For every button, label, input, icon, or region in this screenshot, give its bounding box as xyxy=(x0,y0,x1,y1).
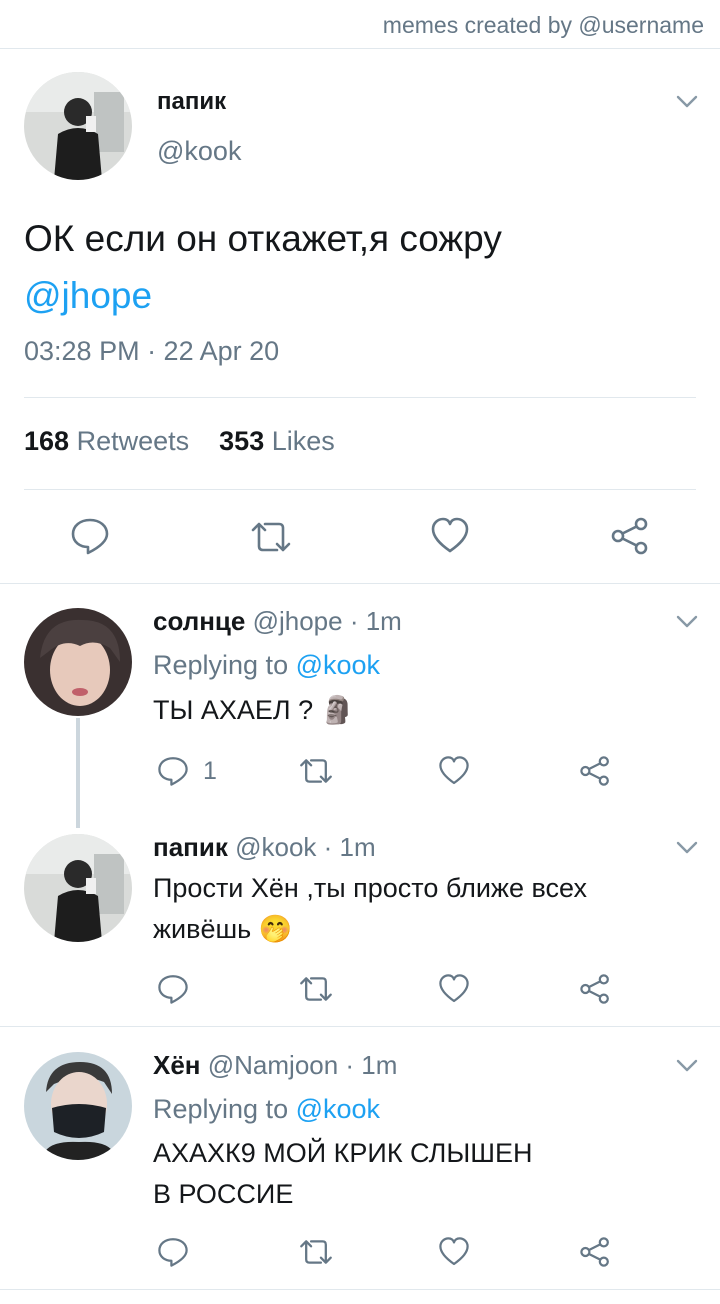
reply-author-name[interactable]: Хён xyxy=(153,1050,201,1080)
divider xyxy=(0,1026,720,1027)
divider xyxy=(24,489,696,490)
tweet-timestamp: 03:28 PM · 22 Apr 20 xyxy=(24,336,280,366)
replying-label: Replying to xyxy=(153,650,289,680)
reply-body-line2: В РОССИЕ xyxy=(153,1179,294,1209)
chevron-down-icon[interactable] xyxy=(676,615,698,629)
share-icon[interactable] xyxy=(579,973,611,1005)
tweet-stats: 168 Retweets 353 Likes xyxy=(24,426,335,457)
author-handle[interactable]: @kook xyxy=(157,136,241,167)
reply-body: ТЫ АХАЕЛ ? xyxy=(153,695,314,725)
chevron-down-icon[interactable] xyxy=(676,95,698,109)
avatar-kook[interactable] xyxy=(24,72,132,180)
avatar-namjoon[interactable] xyxy=(24,1052,132,1160)
retweet-icon[interactable] xyxy=(298,975,334,1003)
credit-divider xyxy=(0,48,720,49)
reply-author-name[interactable]: солнце xyxy=(153,606,245,636)
share-icon[interactable] xyxy=(579,755,611,787)
like-label[interactable]: Likes xyxy=(272,426,335,456)
divider xyxy=(24,397,696,398)
thread-connector xyxy=(76,718,80,828)
tweet-body: ОК если он откажет,я сожру xyxy=(24,218,502,259)
avatar-kook[interactable] xyxy=(24,834,132,942)
replying-mention[interactable]: @kook xyxy=(296,1094,380,1124)
reply-text: ТЫ АХАЕЛ ? 🗿 xyxy=(153,690,673,731)
replying-to: Replying to @kook xyxy=(153,1094,380,1125)
divider xyxy=(0,1289,720,1290)
reply-count: 1 xyxy=(203,757,217,785)
reply-body-line2: живёшь xyxy=(153,914,252,944)
reply-author-meta[interactable]: @kook · 1m xyxy=(235,832,376,862)
chevron-down-icon[interactable] xyxy=(676,841,698,855)
reply-author-name[interactable]: папик xyxy=(153,832,228,862)
retweet-icon[interactable] xyxy=(249,520,293,554)
reply-text: Прости Хён ,ты просто ближе всех живёшь … xyxy=(153,868,693,950)
retweet-icon[interactable] xyxy=(298,757,334,785)
reply-body-line1: Прости Хён ,ты просто ближе всех xyxy=(153,873,587,903)
moai-emoji: 🗿 xyxy=(320,695,355,725)
share-icon[interactable] xyxy=(579,1236,611,1268)
replying-mention[interactable]: @kook xyxy=(296,650,380,680)
reply-author[interactable]: Хён @Namjoon · 1m xyxy=(153,1050,397,1081)
reply-icon[interactable] xyxy=(157,973,189,1005)
replying-label: Replying to xyxy=(153,1094,289,1124)
replying-to: Replying to @kook xyxy=(153,650,380,681)
avatar-jhope[interactable] xyxy=(24,608,132,716)
hand-over-mouth-emoji: 🤭 xyxy=(258,914,293,944)
retweet-icon[interactable] xyxy=(298,1238,334,1266)
reply-icon[interactable] xyxy=(157,1236,189,1268)
reply-icon[interactable] xyxy=(157,755,189,787)
heart-icon[interactable] xyxy=(430,516,470,556)
reply-body-line1: АХАХК9 МОЙ КРИК СЛЫШЕН xyxy=(153,1138,533,1168)
retweet-label[interactable]: Retweets xyxy=(77,426,190,456)
reply-author-meta[interactable]: @jhope · 1m xyxy=(253,606,402,636)
heart-icon[interactable] xyxy=(438,1236,470,1268)
author-name[interactable]: папик xyxy=(157,88,226,116)
reply-author[interactable]: солнце @jhope · 1m xyxy=(153,606,402,637)
mention-link[interactable]: @jhope xyxy=(24,275,152,316)
divider xyxy=(0,583,720,584)
heart-icon[interactable] xyxy=(438,973,470,1005)
reply-author-meta[interactable]: @Namjoon · 1m xyxy=(208,1050,398,1080)
reply-text: АХАХК9 МОЙ КРИК СЛЫШЕН В РОССИЕ xyxy=(153,1133,673,1215)
share-icon[interactable] xyxy=(610,516,650,556)
chevron-down-icon[interactable] xyxy=(676,1059,698,1073)
reply-author[interactable]: папик @kook · 1m xyxy=(153,832,376,863)
reply-icon[interactable] xyxy=(70,516,110,556)
heart-icon[interactable] xyxy=(438,755,470,787)
tweet-text: ОК если он откажет,я сожру @jhope xyxy=(24,210,704,324)
like-count[interactable]: 353 xyxy=(219,426,264,456)
retweet-count[interactable]: 168 xyxy=(24,426,69,456)
credit-text: memes created by @username xyxy=(382,12,704,38)
